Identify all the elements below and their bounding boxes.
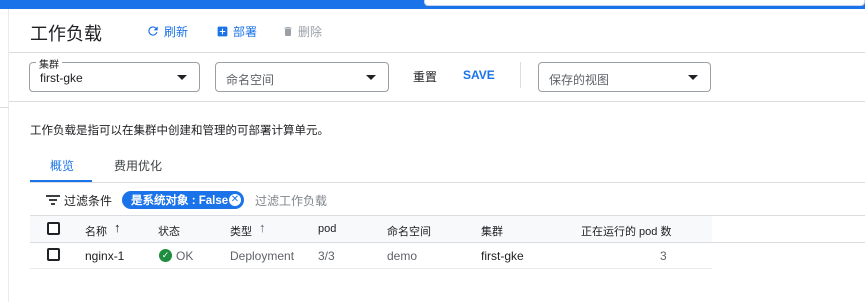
close-circle-icon[interactable]: ✕: [229, 194, 241, 206]
check-circle-icon: ✓: [159, 249, 172, 262]
column-header-namespace[interactable]: 命名空间: [387, 223, 431, 239]
namespace-select-placeholder: 命名空间: [226, 73, 275, 87]
refresh-icon: [148, 26, 158, 36]
toolbar-divider: [520, 62, 521, 88]
chevron-down-icon: [177, 75, 187, 80]
filter-workloads-input[interactable]: 过滤工作负载: [255, 192, 327, 209]
add-box-icon: [217, 26, 228, 36]
header-divider: [9, 52, 865, 53]
column-header-status[interactable]: 状态: [158, 223, 180, 239]
cluster-value: first-gke: [481, 249, 524, 263]
rail-divider: [0, 107, 9, 108]
tab-overview[interactable]: 概览: [50, 157, 74, 174]
saved-views-select[interactable]: 保存的视图: [538, 62, 711, 92]
trash-icon: [284, 26, 292, 36]
saved-views-placeholder: 保存的视图: [549, 73, 610, 87]
cluster-select[interactable]: 集群 first-gke: [29, 56, 200, 92]
chevron-down-icon: [366, 75, 376, 80]
column-header-name[interactable]: 名称: [85, 223, 107, 239]
deploy-button[interactable]: 部署: [216, 23, 257, 39]
cluster-select-value: first-gke: [40, 71, 83, 85]
page-title: 工作负载: [30, 24, 102, 44]
filter-chip-label: 是系统对象 : False: [131, 195, 229, 207]
namespace-value: demo: [387, 249, 418, 263]
refresh-label: 刷新: [164, 24, 189, 39]
filter-label[interactable]: 过滤条件: [64, 192, 112, 209]
arrow-up-icon[interactable]: ↑: [259, 220, 266, 235]
workload-name-link[interactable]: nginx-1: [85, 249, 124, 263]
select-all-checkbox[interactable]: [47, 222, 60, 235]
delete-button[interactable]: 删除: [282, 23, 322, 39]
pods-value: 3/3: [318, 249, 335, 263]
row-divider: [30, 268, 712, 269]
table-header-divider: [30, 242, 865, 243]
column-header-type[interactable]: 类型: [230, 223, 252, 239]
column-header-cluster[interactable]: 集群: [481, 223, 503, 239]
cluster-select-label: 集群: [36, 56, 62, 71]
tab-cost-optimization[interactable]: 费用优化: [114, 157, 162, 174]
arrow-up-icon[interactable]: ↑: [114, 220, 121, 235]
status-value: OK: [176, 249, 194, 263]
save-button[interactable]: SAVE: [463, 68, 495, 82]
running-pods-value: 3: [660, 249, 667, 263]
delete-label: 删除: [298, 24, 323, 39]
global-search-input[interactable]: [424, 0, 865, 6]
page-description: 工作负载是指可以在集群中创建和管理的可部署计算单元。: [30, 125, 329, 137]
type-value: Deployment: [230, 249, 295, 263]
column-header-pods[interactable]: pod: [318, 223, 336, 235]
left-nav-rail: [0, 9, 9, 302]
column-header-running-pods[interactable]: 正在运行的 pod 数: [581, 223, 671, 239]
deploy-label: 部署: [233, 24, 258, 39]
namespace-select[interactable]: 命名空间: [215, 62, 389, 92]
tabs-divider: [30, 182, 865, 183]
reset-button[interactable]: 重置: [413, 68, 437, 85]
refresh-button[interactable]: 刷新: [146, 23, 188, 39]
chevron-down-icon: [688, 75, 698, 80]
filters-divider: [9, 101, 865, 102]
top-bar: [0, 0, 865, 9]
filter-chip-system-object[interactable]: 是系统对象 : False ✕: [122, 191, 244, 209]
row-checkbox[interactable]: [47, 248, 60, 261]
filter-icon[interactable]: [46, 194, 60, 206]
